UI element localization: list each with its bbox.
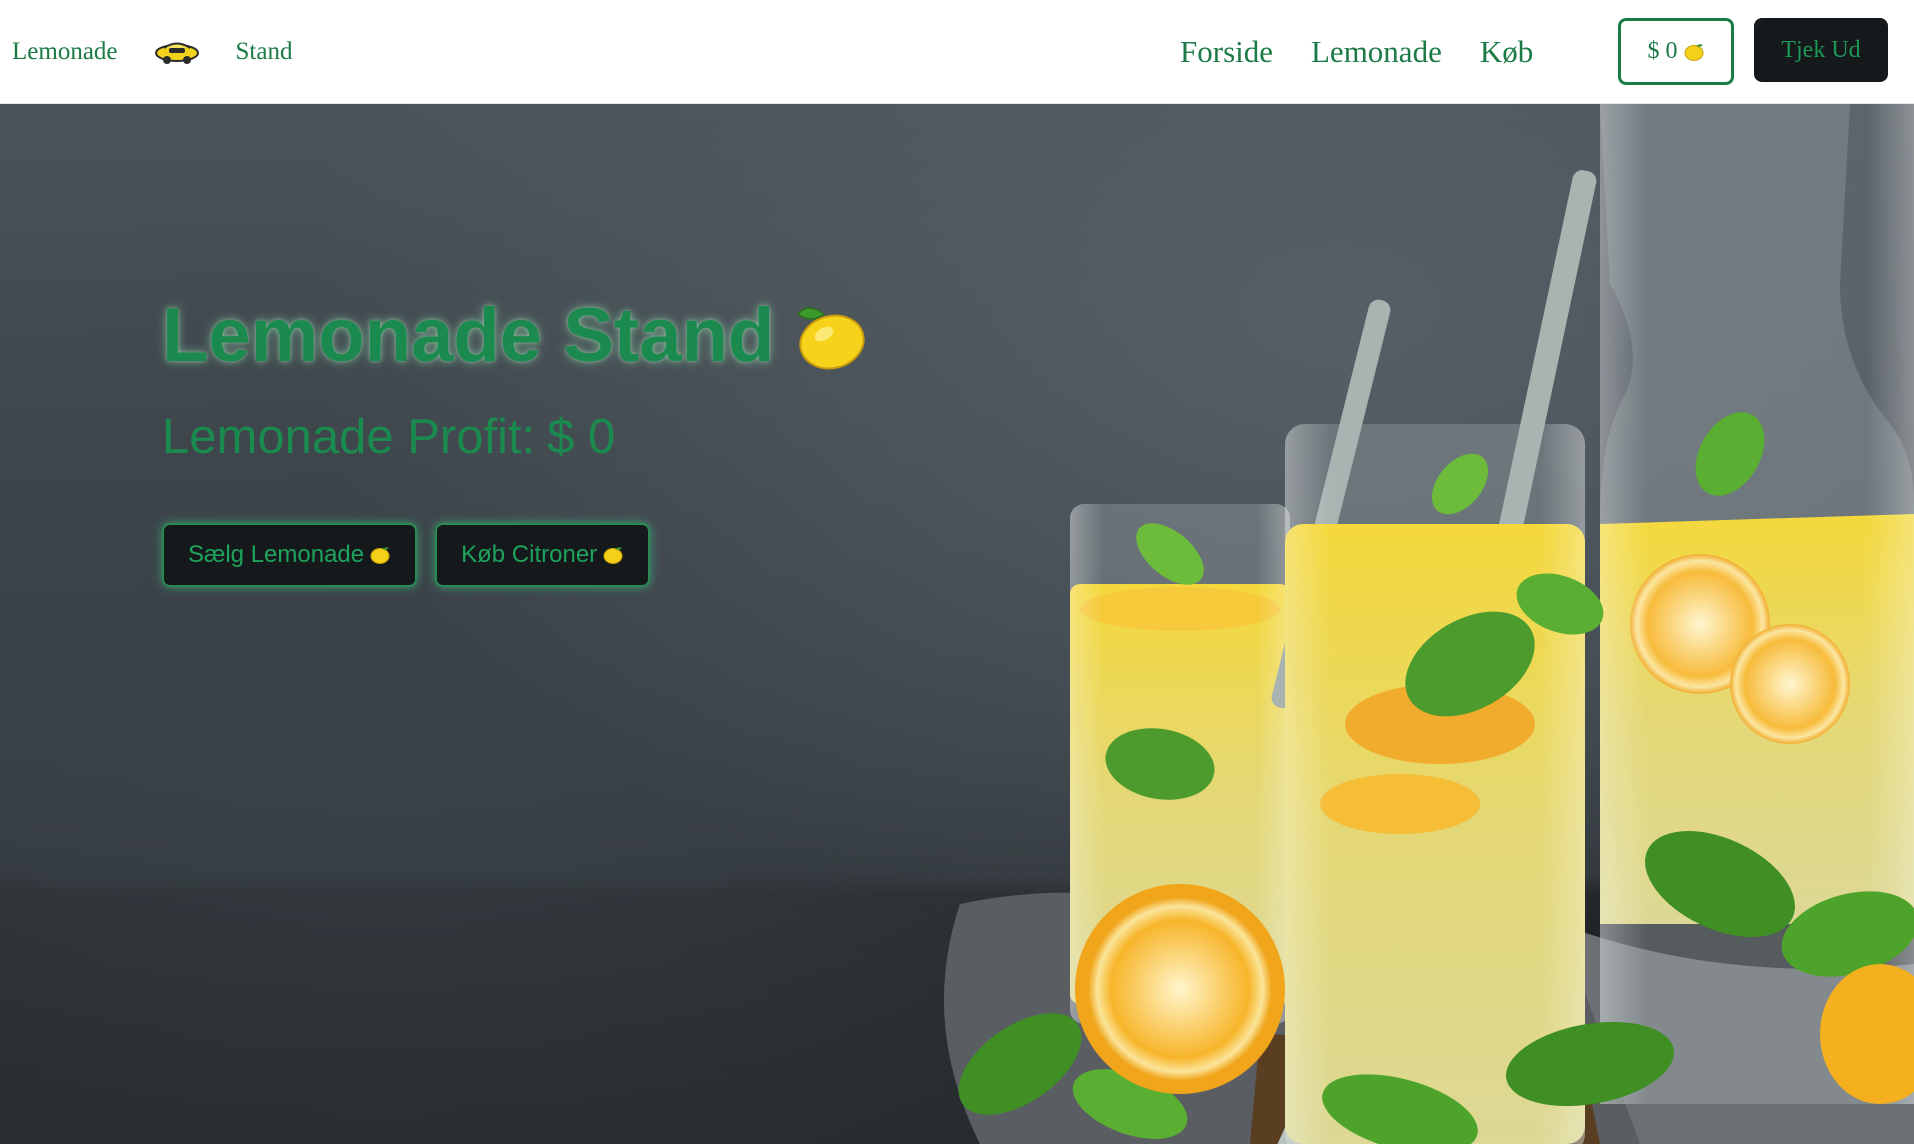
brand[interactable]: Lemonade Stand — [12, 38, 292, 66]
nav-link-kob[interactable]: Køb — [1480, 34, 1533, 70]
lemon-icon — [1683, 42, 1705, 62]
lemon-icon — [602, 545, 624, 565]
nav-link-forside[interactable]: Forside — [1180, 34, 1273, 70]
nav-link-lemonade[interactable]: Lemonade — [1311, 34, 1442, 70]
lemon-icon — [794, 300, 872, 372]
hero-title-text: Lemonade Stand — [162, 293, 775, 378]
lemon-icon — [369, 545, 391, 565]
cart-button[interactable]: $ 0 — [1618, 18, 1734, 85]
profit-label: Lemonade Profit: — [162, 410, 536, 464]
profit-value: $ 0 — [547, 410, 616, 464]
brand-text-right: Stand — [235, 37, 293, 65]
checkout-button[interactable]: Tjek Ud — [1754, 18, 1888, 82]
cart-amount: $ 0 — [1647, 38, 1678, 64]
sell-lemonade-label: Sælg Lemonade — [188, 541, 365, 568]
lemon-car-logo-icon — [154, 38, 200, 66]
lemonade-glasses-photo — [944, 104, 1914, 1144]
sell-lemonade-button[interactable]: Sælg Lemonade — [162, 523, 418, 587]
hero-section: Lemonade Stand Lemonade Profit: $ 0 Sælg… — [0, 104, 1914, 1144]
profit-display: Lemonade Profit: $ 0 — [162, 409, 872, 465]
nav-links: Forside Lemonade Køb — [1180, 0, 1571, 104]
top-navbar: Lemonade Stand Forside Lemonade Køb $ 0 … — [0, 0, 1914, 104]
hero-buttons: Sælg Lemonade Køb Citroner — [162, 523, 872, 587]
buy-lemons-button[interactable]: Køb Citroner — [435, 523, 651, 587]
hero-content: Lemonade Stand Lemonade Profit: $ 0 Sælg… — [162, 292, 872, 587]
brand-text-left: Lemonade — [12, 37, 118, 65]
hero-title: Lemonade Stand — [162, 292, 872, 379]
buy-lemons-label: Køb Citroner — [461, 541, 598, 568]
